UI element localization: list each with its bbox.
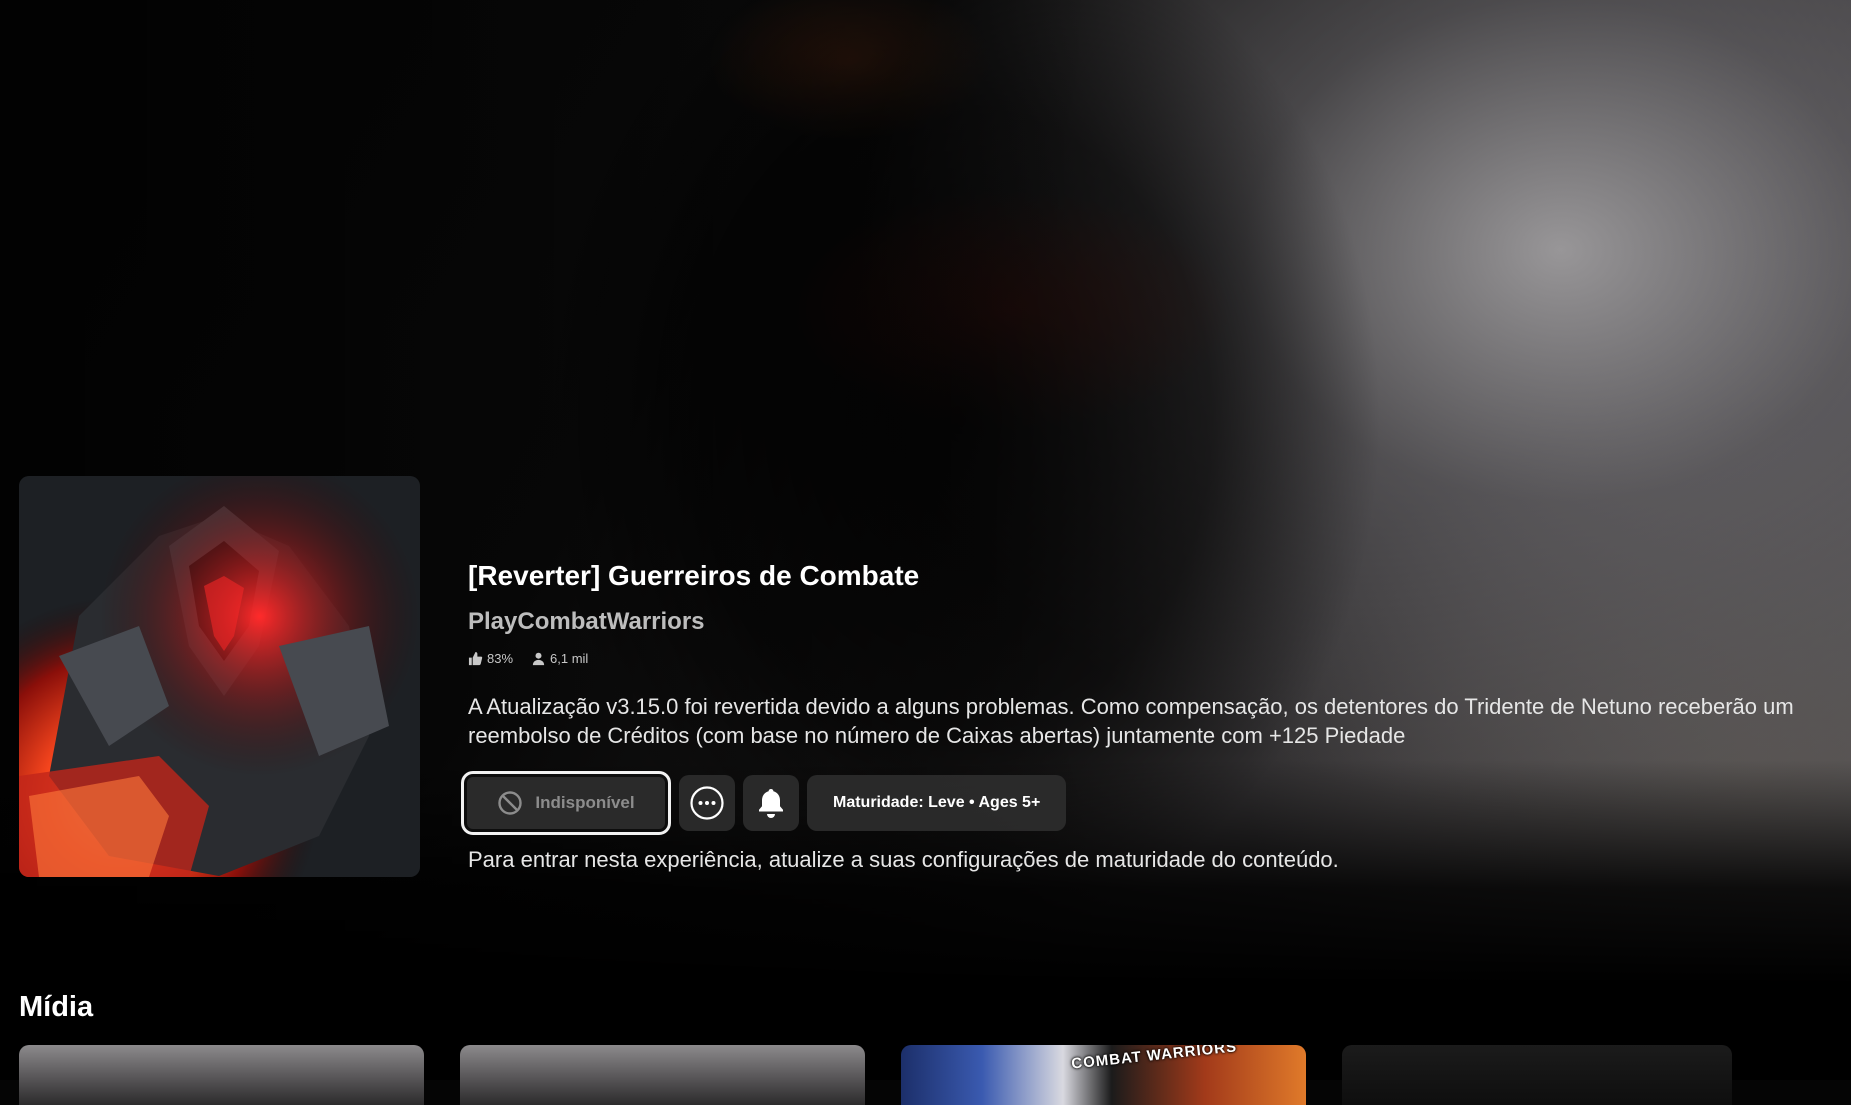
- media-thumbnail-3[interactable]: COMBAT WARRIORS: [901, 1045, 1306, 1105]
- media-thumbnail-3-logo: COMBAT WARRIORS: [1070, 1045, 1238, 1073]
- media-thumbnail-2[interactable]: [460, 1045, 865, 1105]
- notify-button[interactable]: [743, 775, 799, 831]
- game-title: [Reverter] Guerreiros de Combate: [468, 560, 920, 591]
- players-stat: 6,1 mil: [531, 651, 588, 666]
- media-thumbnail-1[interactable]: [19, 1045, 424, 1105]
- armored-warrior-thumbnail-art: [19, 476, 420, 877]
- game-stats: 83% 6,1 mil: [468, 651, 588, 666]
- players-value: 6,1 mil: [550, 651, 589, 666]
- bell-icon: [759, 789, 783, 818]
- person-icon: [532, 652, 545, 666]
- game-description: A Atualização v3.15.0 foi revertida devi…: [468, 694, 1794, 748]
- game-thumbnail: [19, 476, 420, 877]
- prohibited-icon: [498, 791, 523, 815]
- more-options-icon: [690, 786, 724, 820]
- unavailable-play-button[interactable]: Indisponível: [461, 771, 671, 835]
- thumbs-up-icon: [468, 651, 483, 666]
- media-heading: Mídia: [19, 991, 94, 1023]
- more-options-button[interactable]: [679, 775, 735, 831]
- creator-name[interactable]: PlayCombatWarriors: [468, 608, 705, 636]
- maturity-button[interactable]: Maturidade: Leve • Ages 5+: [807, 775, 1067, 831]
- maturity-notice: Para entrar nesta experiência, atualize …: [468, 847, 1339, 872]
- media-carousel: COMBAT WARRIORS: [19, 1045, 1732, 1105]
- unavailable-label: Indisponível: [535, 793, 635, 812]
- media-thumbnail-4[interactable]: [1342, 1045, 1732, 1105]
- rating-value: 83%: [487, 651, 514, 666]
- action-bar: Indisponível Maturidade: Leve • Ages 5+: [461, 771, 1067, 835]
- rating-stat: 83%: [468, 651, 513, 666]
